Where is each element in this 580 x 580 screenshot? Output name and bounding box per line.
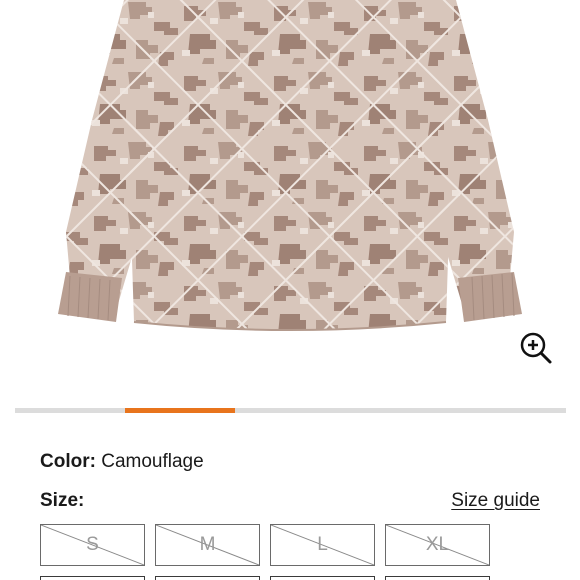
- size-option-row2[interactable]: [40, 576, 145, 580]
- size-option-xl[interactable]: XL: [385, 524, 490, 566]
- color-label: Color:: [40, 451, 96, 472]
- size-label: Size:: [40, 490, 85, 511]
- zoom-in-icon: [520, 332, 552, 364]
- size-option-label: S: [86, 534, 99, 555]
- size-header: Size: Size guide: [40, 490, 540, 516]
- size-option-label: M: [199, 534, 216, 555]
- zoom-button[interactable]: [516, 328, 556, 368]
- size-options: S M L XL: [40, 524, 540, 580]
- size-option-l[interactable]: L: [270, 524, 375, 566]
- color-selection: Color: Camouflage: [40, 451, 204, 473]
- size-option-row2[interactable]: [270, 576, 375, 580]
- size-option-label: XL: [425, 534, 450, 555]
- size-option-m[interactable]: M: [155, 524, 260, 566]
- size-option-row2[interactable]: [155, 576, 260, 580]
- gallery-progress-track: [15, 408, 566, 413]
- jacket-illustration: [58, 0, 522, 331]
- gallery-progress-indicator: [125, 408, 236, 413]
- size-option-s[interactable]: S: [40, 524, 145, 566]
- size-guide-link[interactable]: Size guide: [451, 490, 540, 512]
- size-option-row2[interactable]: [385, 576, 490, 580]
- size-option-label: L: [317, 534, 328, 555]
- color-value: Camouflage: [101, 451, 204, 472]
- product-image[interactable]: [0, 0, 580, 392]
